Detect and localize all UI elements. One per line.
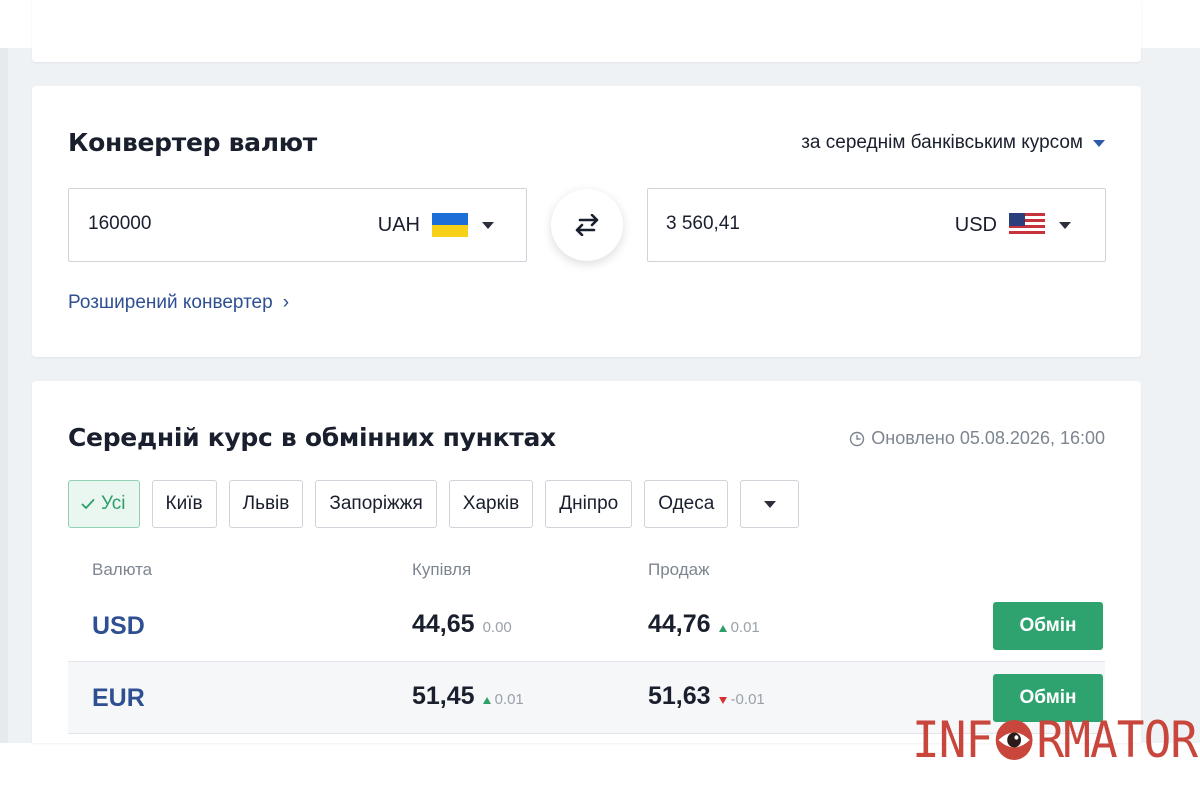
converter-title: Конвертер валют: [68, 128, 317, 157]
buy-rate-change: 0.01: [482, 691, 524, 708]
filter-chip-all[interactable]: Усі: [68, 480, 140, 528]
ukraine-flag-icon: [432, 213, 468, 237]
column-sell: Продаж: [648, 560, 710, 579]
amount-from-value[interactable]: 160000: [88, 213, 151, 235]
sell-rate-value: 44,76: [648, 610, 711, 638]
filter-chip-kharkiv[interactable]: Харків: [448, 480, 534, 528]
previous-card: [32, 0, 1141, 62]
updated-text: Оновлено 05.08.2026, 16:00: [871, 428, 1105, 448]
buy-rate-value: 51,45: [412, 682, 475, 710]
sell-rate: 51,63 -0.01: [648, 682, 765, 711]
sell-rate-change: 0.01: [718, 619, 760, 636]
currency-to-code: USD: [954, 213, 997, 236]
chevron-right-icon: ›: [282, 292, 290, 313]
trend-down-icon: [718, 697, 727, 704]
city-filter-chips: Усі Київ Львів Запоріжжя Харків Дніпро О…: [68, 480, 800, 528]
buy-rate: 44,65 0.00: [412, 610, 512, 639]
clock-icon: [850, 431, 865, 447]
informator-logo: INF RMATOR: [912, 711, 1198, 769]
check-icon: [81, 499, 95, 509]
rate-mode-label: за середнім банківським курсом: [801, 132, 1083, 153]
buy-change-value: 0.00: [482, 619, 512, 636]
table-row: USD 44,65 0.00 44,76 0.01 Обмін: [68, 590, 1105, 662]
sell-change-value: -0.01: [730, 691, 765, 708]
rates-title: Середній курс в обмінних пунктах: [68, 423, 556, 452]
currency-from-select[interactable]: UAH: [378, 213, 494, 237]
rate-mode-select[interactable]: за середнім банківським курсом: [801, 132, 1105, 154]
chevron-down-icon: [482, 221, 494, 229]
trend-up-icon: [482, 697, 491, 704]
filter-chip-label: Усі: [101, 493, 126, 514]
chevron-down-icon: [1059, 221, 1071, 229]
filter-chip-lviv[interactable]: Львів: [228, 480, 304, 528]
chevron-down-icon: [1093, 139, 1105, 147]
chevron-down-icon: [763, 500, 776, 508]
logo-text-right: RMATOR: [1036, 711, 1198, 769]
column-buy: Купівля: [412, 560, 472, 579]
amount-to-field[interactable]: 3 560,41 USD: [647, 188, 1106, 262]
usa-flag-icon: [1009, 213, 1045, 237]
exchange-rates-card: Середній курс в обмінних пунктах Оновлен…: [32, 381, 1141, 743]
filter-chip-kyiv[interactable]: Київ: [151, 480, 217, 528]
amount-from-field[interactable]: 160000 UAH: [68, 188, 527, 262]
more-cities-button[interactable]: [740, 480, 800, 528]
currency-to-select[interactable]: USD: [955, 213, 1071, 237]
trend-up-icon: [718, 625, 727, 632]
buy-change-value: 0.01: [494, 691, 524, 708]
eye-icon: [996, 720, 1033, 760]
advanced-converter-label: Розширений конвертер: [68, 292, 273, 313]
filter-chip-dnipro[interactable]: Дніпро: [545, 480, 633, 528]
sell-change-value: 0.01: [730, 619, 760, 636]
currency-converter-card: Конвертер валют за середнім банківським …: [32, 86, 1141, 357]
exchange-button-usd[interactable]: Обмін: [993, 602, 1103, 650]
swap-currencies-button[interactable]: [551, 189, 623, 261]
sell-rate-change: -0.01: [718, 691, 765, 708]
column-currency: Валюта: [92, 560, 153, 579]
buy-rate: 51,45 0.01: [412, 682, 524, 711]
left-edge-strip: [0, 48, 8, 743]
swap-arrows-icon: [575, 214, 599, 236]
currency-link-eur[interactable]: EUR: [92, 684, 145, 713]
sell-rate: 44,76 0.01: [648, 610, 760, 639]
advanced-converter-link[interactable]: Розширений конвертер ›: [68, 292, 289, 314]
rates-table-header: Валюта Купівля Продаж: [68, 557, 1105, 591]
buy-rate-change: 0.00: [483, 619, 512, 636]
logo-text-left: INF: [912, 711, 993, 769]
filter-chip-odesa[interactable]: Одеса: [644, 480, 729, 528]
buy-rate-value: 44,65: [412, 610, 475, 638]
updated-timestamp: Оновлено 05.08.2026, 16:00: [849, 428, 1105, 449]
sell-rate-value: 51,63: [648, 682, 711, 710]
currency-from-code: UAH: [377, 213, 420, 236]
filter-chip-zaporizhzhia[interactable]: Запоріжжя: [315, 480, 437, 528]
currency-link-usd[interactable]: USD: [92, 612, 145, 641]
amount-to-value[interactable]: 3 560,41: [666, 213, 740, 235]
